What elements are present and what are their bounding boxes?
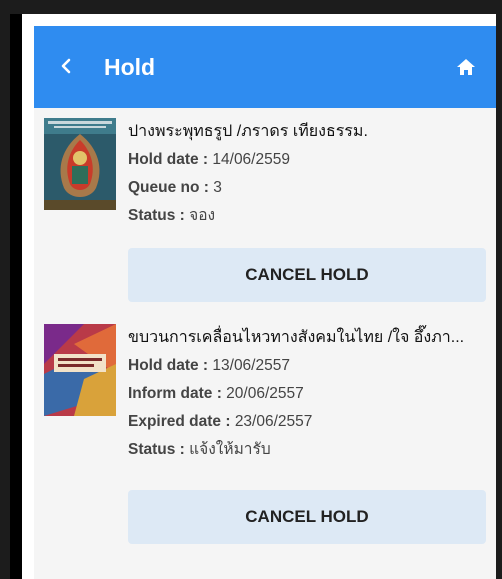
hold-date-field: Hold date : 13/06/2557 [128, 352, 486, 380]
cancel-hold-button[interactable]: CANCEL HOLD [128, 248, 486, 302]
field-label: Inform date : [128, 385, 227, 402]
book-title[interactable]: ขบวนการเคลื่อนไหวทางสังคมในไทย /ใจ อึ๊งภ… [128, 324, 486, 352]
field-value: 23/06/2557 [234, 413, 313, 430]
queue-no-field: Queue no : 3 [128, 174, 486, 202]
field-label: Hold date : [128, 357, 213, 374]
field-label: Queue no : [128, 179, 214, 196]
hold-info: ขบวนการเคลื่อนไหวทางสังคมในไทย /ใจ อึ๊งภ… [128, 324, 486, 464]
cancel-hold-button[interactable]: CANCEL HOLD [128, 490, 486, 544]
chevron-left-icon [61, 58, 71, 74]
field-value: แจ้งให้มารับ [189, 441, 271, 458]
field-value: 13/06/2557 [212, 357, 290, 374]
book-cover [44, 324, 116, 416]
home-icon [457, 59, 475, 75]
expired-date-field: Expired date : 23/06/2557 [128, 408, 486, 436]
hold-date-field: Hold date : 14/06/2559 [128, 146, 486, 174]
book-cover [44, 118, 116, 210]
back-button[interactable] [34, 54, 98, 80]
field-value: จอง [189, 207, 216, 224]
hold-list: ปางพระพุทธรูป /ภราดร เทียงธรรม. Hold dat… [34, 108, 496, 579]
field-label: Status : [128, 441, 190, 458]
field-value: 3 [213, 179, 222, 196]
hold-item: ขบวนการเคลื่อนไหวทางสังคมในไทย /ใจ อึ๊งภ… [34, 314, 496, 557]
phone-screen: Hold ปางพระพุทธรูป /ภราดร เทียงธรรม. Hol… [10, 14, 496, 579]
field-label: Hold date : [128, 151, 213, 168]
book-title[interactable]: ปางพระพุทธรูป /ภราดร เทียงธรรม. [128, 118, 486, 146]
field-label: Expired date : [128, 413, 235, 430]
inform-date-field: Inform date : 20/06/2557 [128, 380, 486, 408]
home-button[interactable] [436, 58, 496, 76]
field-value: 14/06/2559 [212, 151, 290, 168]
hold-info: ปางพระพุทธรูป /ภราดร เทียงธรรม. Hold dat… [128, 118, 486, 230]
field-value: 20/06/2557 [226, 385, 304, 402]
app-bar: Hold [34, 26, 496, 108]
status-field: Status : จอง [128, 202, 486, 230]
field-label: Status : [128, 207, 190, 224]
page-title: Hold [104, 53, 156, 80]
status-field: Status : แจ้งให้มารับ [128, 436, 486, 464]
hold-item: ปางพระพุทธรูป /ภราดร เทียงธรรม. Hold dat… [34, 108, 496, 314]
